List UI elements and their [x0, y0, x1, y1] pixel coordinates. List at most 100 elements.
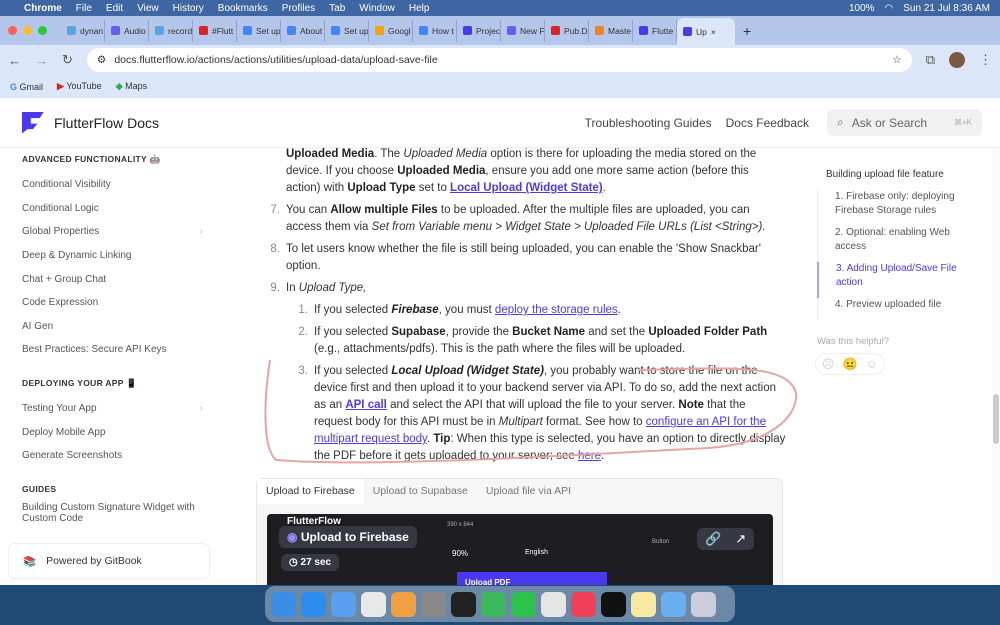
- bookmark-gmail[interactable]: G Gmail: [10, 82, 43, 92]
- browser-tab[interactable]: record: [149, 19, 193, 42]
- bookmark-youtube[interactable]: ▶ YouTube: [57, 81, 102, 92]
- video-tab[interactable]: Upload to Supabase: [364, 479, 477, 504]
- safari-icon[interactable]: [301, 591, 326, 617]
- trash-icon[interactable]: [691, 591, 716, 617]
- sidebar-item[interactable]: Code Expression: [22, 291, 215, 315]
- menu-history[interactable]: History: [173, 3, 204, 14]
- menu-file[interactable]: File: [76, 3, 92, 14]
- inline-link[interactable]: API call: [345, 399, 387, 411]
- video-tab[interactable]: Upload to Firebase: [257, 479, 364, 504]
- nav-docs-feedback[interactable]: Docs Feedback: [726, 116, 809, 130]
- browser-tab[interactable]: Up ×: [677, 18, 735, 45]
- sidebar-item[interactable]: Conditional Visibility: [22, 173, 215, 197]
- wifi-icon[interactable]: ◠: [885, 3, 894, 14]
- bookmark-maps[interactable]: ◆ Maps: [116, 81, 147, 92]
- inline-link[interactable]: Local Upload (Widget State): [450, 182, 603, 194]
- powered-by-gitbook[interactable]: 📚 Powered by GitBook: [8, 543, 210, 579]
- launchpad-icon[interactable]: [361, 591, 386, 617]
- close-window-button[interactable]: [8, 26, 17, 35]
- whatsapp-icon[interactable]: [511, 591, 536, 617]
- activity-icon[interactable]: [451, 591, 476, 617]
- new-tab-button[interactable]: +: [743, 23, 751, 39]
- browser-tab[interactable]: New F: [501, 19, 545, 42]
- browser-tab[interactable]: #Flutt: [193, 19, 237, 42]
- url-bar[interactable]: ⚙ docs.flutterflow.io/actions/actions/uti…: [86, 48, 912, 72]
- menu-window[interactable]: Window: [359, 3, 395, 14]
- browser-tab[interactable]: dynan: [61, 19, 105, 42]
- browser-tab[interactable]: Projec: [457, 19, 501, 42]
- chrome-icon[interactable]: [541, 591, 566, 617]
- toc-item[interactable]: 3. Adding Upload/Save File action: [817, 262, 977, 298]
- browser-tab[interactable]: Googl: [369, 19, 413, 42]
- site-info-icon[interactable]: ⚙: [97, 54, 106, 66]
- chevron-right-icon[interactable]: ›: [200, 403, 203, 414]
- close-tab-icon[interactable]: ×: [711, 27, 716, 37]
- video-title: ◉ Upload to Firebase: [279, 526, 417, 548]
- video-embed[interactable]: FlutterFlow ◉ Upload to Firebase ◷ 27 se…: [267, 514, 773, 585]
- browser-tab[interactable]: Pub.D: [545, 19, 589, 42]
- photos-icon[interactable]: [391, 591, 416, 617]
- menu-bookmarks[interactable]: Bookmarks: [218, 3, 268, 14]
- sidebar-item[interactable]: AI Gen: [22, 315, 215, 339]
- extensions-icon[interactable]: ⧉: [926, 52, 935, 68]
- settings-icon[interactable]: [421, 591, 446, 617]
- forward-icon[interactable]: →: [35, 53, 48, 68]
- zoom-window-button[interactable]: [38, 26, 47, 35]
- flutterflow-logo[interactable]: [22, 111, 44, 134]
- sidebar-item[interactable]: Global Properties ›: [22, 220, 215, 244]
- back-icon[interactable]: ←: [8, 53, 21, 68]
- menu-app[interactable]: Chrome: [24, 3, 62, 14]
- sidebar-item[interactable]: Building Custom Signature Widget with Cu…: [22, 502, 215, 526]
- sidebar-item[interactable]: Testing Your App ›: [22, 397, 215, 421]
- mail-icon[interactable]: [331, 591, 356, 617]
- toc-heading[interactable]: Building upload file feature: [817, 168, 977, 182]
- avatar[interactable]: [949, 52, 965, 68]
- neutral-face-icon[interactable]: 😐: [843, 357, 858, 371]
- sidebar-item[interactable]: Deploy Mobile App: [22, 420, 215, 444]
- toc-item[interactable]: 4. Preview uploaded file: [817, 298, 977, 320]
- browser-tab[interactable]: How t: [413, 19, 457, 42]
- scrollbar[interactable]: [992, 148, 1000, 585]
- search-input[interactable]: ⌕ Ask or Search ⌘+K: [827, 109, 982, 136]
- sidebar-item[interactable]: Deep & Dynamic Linking: [22, 244, 215, 268]
- menu-edit[interactable]: Edit: [106, 3, 123, 14]
- toc-item[interactable]: 2. Optional: enabling Web access: [817, 226, 977, 262]
- copy-link-icon[interactable]: 🔗: [705, 531, 721, 547]
- sidebar-item[interactable]: Generate Screenshots: [22, 444, 215, 468]
- browser-tab[interactable]: About: [281, 19, 325, 42]
- browser-tab[interactable]: Maste: [589, 19, 633, 42]
- browser-tab[interactable]: Audio: [105, 19, 149, 42]
- chevron-right-icon[interactable]: ›: [200, 226, 203, 237]
- finder-icon[interactable]: [271, 591, 296, 617]
- open-external-icon[interactable]: ↗: [735, 531, 746, 547]
- minimize-window-button[interactable]: [23, 26, 32, 35]
- folder-icon[interactable]: [661, 591, 686, 617]
- bookmark-star-icon[interactable]: ☆: [892, 54, 901, 66]
- terminal-icon[interactable]: [601, 591, 626, 617]
- menu-view[interactable]: View: [137, 3, 159, 14]
- nav-troubleshooting[interactable]: Troubleshooting Guides: [585, 116, 712, 130]
- happy-face-icon[interactable]: ☺: [865, 357, 877, 371]
- music-icon[interactable]: [571, 591, 596, 617]
- sidebar-item[interactable]: Best Practices: Secure API Keys: [22, 338, 215, 362]
- toc-item[interactable]: 1. Firebase only: deploying Firebase Sto…: [817, 190, 977, 226]
- sidebar-item[interactable]: Conditional Logic: [22, 197, 215, 221]
- brand-title[interactable]: FlutterFlow Docs: [54, 115, 159, 131]
- clock[interactable]: Sun 21 Jul 8:36 AM: [903, 3, 990, 14]
- inline-link[interactable]: here: [578, 450, 601, 462]
- browser-tab[interactable]: Set up: [325, 19, 369, 42]
- notes-icon[interactable]: [631, 591, 656, 617]
- browser-tab[interactable]: Flutte: [633, 19, 677, 42]
- menu-tab[interactable]: Tab: [329, 3, 345, 14]
- sidebar-item[interactable]: Chat + Group Chat: [22, 267, 215, 291]
- sad-face-icon[interactable]: ☹: [822, 357, 835, 371]
- battery-status[interactable]: 100%: [849, 3, 875, 14]
- browser-tab[interactable]: Set up: [237, 19, 281, 42]
- numbers-icon[interactable]: [481, 591, 506, 617]
- inline-link[interactable]: deploy the storage rules: [495, 304, 618, 316]
- menu-profiles[interactable]: Profiles: [282, 3, 315, 14]
- menu-help[interactable]: Help: [409, 3, 430, 14]
- reload-icon[interactable]: ↻: [62, 52, 73, 68]
- video-tab[interactable]: Upload file via API: [477, 479, 580, 504]
- menu-icon[interactable]: ⋮: [979, 52, 992, 68]
